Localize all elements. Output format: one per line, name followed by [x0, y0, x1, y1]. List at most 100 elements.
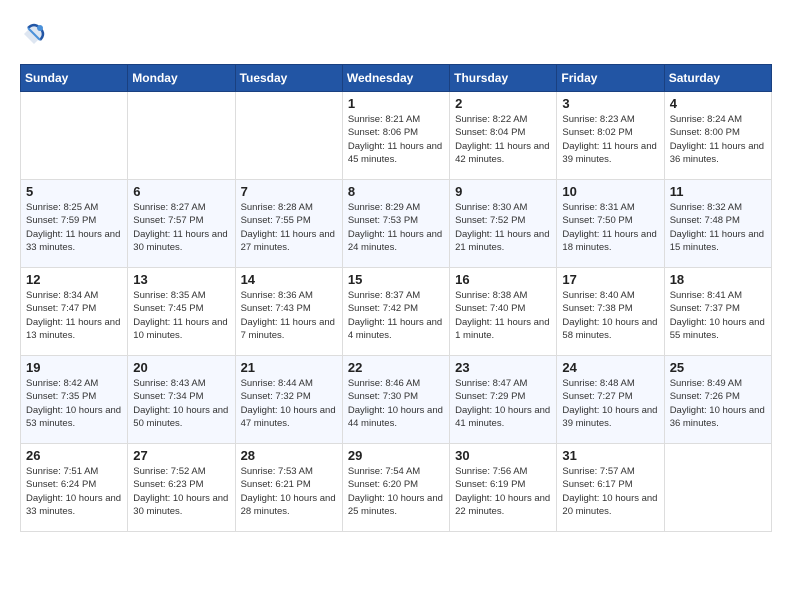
weekday-header-friday: Friday [557, 65, 664, 92]
day-cell: 31 Sunrise: 7:57 AMSunset: 6:17 PMDayligh… [557, 444, 664, 532]
logo-icon [20, 20, 48, 48]
day-info: Sunrise: 8:35 AMSunset: 7:45 PMDaylight:… [133, 289, 229, 342]
day-cell: 14Sunrise: 8:36 AMSunset: 7:43 PMDayligh… [235, 268, 342, 356]
day-cell: 6 Sunrise: 8:27 AMSunset: 7:57 PMDaylight… [128, 180, 235, 268]
day-info: Sunrise: 8:23 AMSunset: 8:02 PMDaylight:… [562, 113, 658, 166]
calendar-table: SundayMondayTuesdayWednesdayThursdayFrid… [20, 64, 772, 532]
day-info: Sunrise: 7:51 AMSunset: 6:24 PMDaylight:… [26, 465, 122, 518]
day-number: 29 [348, 448, 444, 463]
day-cell: 17 Sunrise: 8:40 AMSunset: 7:38 PMDayligh… [557, 268, 664, 356]
day-info: Sunrise: 8:47 AMSunset: 7:29 PMDaylight:… [455, 377, 551, 430]
day-info: Sunrise: 8:48 AMSunset: 7:27 PMDaylight:… [562, 377, 658, 430]
day-cell: 21 Sunrise: 8:44 AMSunset: 7:32 PMDayligh… [235, 356, 342, 444]
day-number: 6 [133, 184, 229, 199]
day-info: Sunrise: 7:53 AMSunset: 6:21 PMDaylight:… [241, 465, 337, 518]
day-info: Sunrise: 8:27 AMSunset: 7:57 PMDaylight:… [133, 201, 229, 254]
day-cell: 25Sunrise: 8:49 AMSunset: 7:26 PMDayligh… [664, 356, 771, 444]
day-cell: 5 Sunrise: 8:25 AMSunset: 7:59 PMDaylight… [21, 180, 128, 268]
day-cell [128, 92, 235, 180]
day-info: Sunrise: 8:21 AMSunset: 8:06 PMDaylight:… [348, 113, 444, 166]
day-number: 2 [455, 96, 551, 111]
day-info: Sunrise: 8:31 AMSunset: 7:50 PMDaylight:… [562, 201, 658, 254]
day-info: Sunrise: 8:37 AMSunset: 7:42 PMDaylight:… [348, 289, 444, 342]
day-info: Sunrise: 8:34 AMSunset: 7:47 PMDaylight:… [26, 289, 122, 342]
day-number: 17 [562, 272, 658, 287]
day-number: 18 [670, 272, 766, 287]
logo [20, 20, 52, 48]
day-number: 27 [133, 448, 229, 463]
day-number: 15 [348, 272, 444, 287]
day-cell: 8 Sunrise: 8:29 AMSunset: 7:53 PMDaylight… [342, 180, 449, 268]
day-cell [235, 92, 342, 180]
day-cell: 7 Sunrise: 8:28 AMSunset: 7:55 PMDaylight… [235, 180, 342, 268]
day-number: 19 [26, 360, 122, 375]
day-cell: 3 Sunrise: 8:23 AMSunset: 8:02 PMDaylight… [557, 92, 664, 180]
day-number: 1 [348, 96, 444, 111]
week-row-2: 5 Sunrise: 8:25 AMSunset: 7:59 PMDaylight… [21, 180, 772, 268]
day-info: Sunrise: 8:32 AMSunset: 7:48 PMDaylight:… [670, 201, 766, 254]
day-cell: 11 Sunrise: 8:32 AMSunset: 7:48 PMDayligh… [664, 180, 771, 268]
day-number: 21 [241, 360, 337, 375]
weekday-header-monday: Monday [128, 65, 235, 92]
day-info: Sunrise: 7:56 AMSunset: 6:19 PMDaylight:… [455, 465, 551, 518]
day-info: Sunrise: 8:42 AMSunset: 7:35 PMDaylight:… [26, 377, 122, 430]
day-info: Sunrise: 8:44 AMSunset: 7:32 PMDaylight:… [241, 377, 337, 430]
week-row-4: 19 Sunrise: 8:42 AMSunset: 7:35 PMDayligh… [21, 356, 772, 444]
day-cell: 4Sunrise: 8:24 AMSunset: 8:00 PMDaylight… [664, 92, 771, 180]
day-cell: 9Sunrise: 8:30 AMSunset: 7:52 PMDaylight… [450, 180, 557, 268]
day-info: Sunrise: 8:22 AMSunset: 8:04 PMDaylight:… [455, 113, 551, 166]
day-info: Sunrise: 8:40 AMSunset: 7:38 PMDaylight:… [562, 289, 658, 342]
day-number: 16 [455, 272, 551, 287]
day-cell: 13 Sunrise: 8:35 AMSunset: 7:45 PMDayligh… [128, 268, 235, 356]
day-info: Sunrise: 8:25 AMSunset: 7:59 PMDaylight:… [26, 201, 122, 254]
day-number: 23 [455, 360, 551, 375]
day-number: 28 [241, 448, 337, 463]
page: SundayMondayTuesdayWednesdayThursdayFrid… [0, 0, 792, 552]
day-cell: 26 Sunrise: 7:51 AMSunset: 6:24 PMDayligh… [21, 444, 128, 532]
day-info: Sunrise: 8:38 AMSunset: 7:40 PMDaylight:… [455, 289, 551, 342]
day-number: 25 [670, 360, 766, 375]
day-number: 22 [348, 360, 444, 375]
day-number: 14 [241, 272, 337, 287]
day-number: 5 [26, 184, 122, 199]
day-info: Sunrise: 7:54 AMSunset: 6:20 PMDaylight:… [348, 465, 444, 518]
day-cell: 2 Sunrise: 8:22 AMSunset: 8:04 PMDaylight… [450, 92, 557, 180]
weekday-header-row: SundayMondayTuesdayWednesdayThursdayFrid… [21, 65, 772, 92]
day-number: 3 [562, 96, 658, 111]
day-cell: 12 Sunrise: 8:34 AMSunset: 7:47 PMDayligh… [21, 268, 128, 356]
day-info: Sunrise: 8:46 AMSunset: 7:30 PMDaylight:… [348, 377, 444, 430]
week-row-5: 26 Sunrise: 7:51 AMSunset: 6:24 PMDayligh… [21, 444, 772, 532]
day-cell: 23 Sunrise: 8:47 AMSunset: 7:29 PMDayligh… [450, 356, 557, 444]
day-number: 12 [26, 272, 122, 287]
day-number: 30 [455, 448, 551, 463]
day-cell: 29 Sunrise: 7:54 AMSunset: 6:20 PMDayligh… [342, 444, 449, 532]
day-info: Sunrise: 8:29 AMSunset: 7:53 PMDaylight:… [348, 201, 444, 254]
day-number: 11 [670, 184, 766, 199]
day-cell: 1 Sunrise: 8:21 AMSunset: 8:06 PMDaylight… [342, 92, 449, 180]
day-number: 10 [562, 184, 658, 199]
weekday-header-sunday: Sunday [21, 65, 128, 92]
weekday-header-tuesday: Tuesday [235, 65, 342, 92]
day-cell: 20Sunrise: 8:43 AMSunset: 7:34 PMDayligh… [128, 356, 235, 444]
day-cell: 10 Sunrise: 8:31 AMSunset: 7:50 PMDayligh… [557, 180, 664, 268]
day-number: 7 [241, 184, 337, 199]
day-number: 26 [26, 448, 122, 463]
day-cell: 22 Sunrise: 8:46 AMSunset: 7:30 PMDayligh… [342, 356, 449, 444]
day-number: 4 [670, 96, 766, 111]
day-number: 31 [562, 448, 658, 463]
day-cell: 16 Sunrise: 8:38 AMSunset: 7:40 PMDayligh… [450, 268, 557, 356]
day-cell [21, 92, 128, 180]
weekday-header-wednesday: Wednesday [342, 65, 449, 92]
day-number: 13 [133, 272, 229, 287]
week-row-3: 12 Sunrise: 8:34 AMSunset: 7:47 PMDayligh… [21, 268, 772, 356]
day-cell: 27 Sunrise: 7:52 AMSunset: 6:23 PMDayligh… [128, 444, 235, 532]
day-number: 8 [348, 184, 444, 199]
day-info: Sunrise: 8:28 AMSunset: 7:55 PMDaylight:… [241, 201, 337, 254]
weekday-header-thursday: Thursday [450, 65, 557, 92]
day-info: Sunrise: 7:57 AMSunset: 6:17 PMDaylight:… [562, 465, 658, 518]
day-cell [664, 444, 771, 532]
day-info: Sunrise: 8:41 AMSunset: 7:37 PMDaylight:… [670, 289, 766, 342]
day-info: Sunrise: 7:52 AMSunset: 6:23 PMDaylight:… [133, 465, 229, 518]
day-number: 9 [455, 184, 551, 199]
day-number: 20 [133, 360, 229, 375]
